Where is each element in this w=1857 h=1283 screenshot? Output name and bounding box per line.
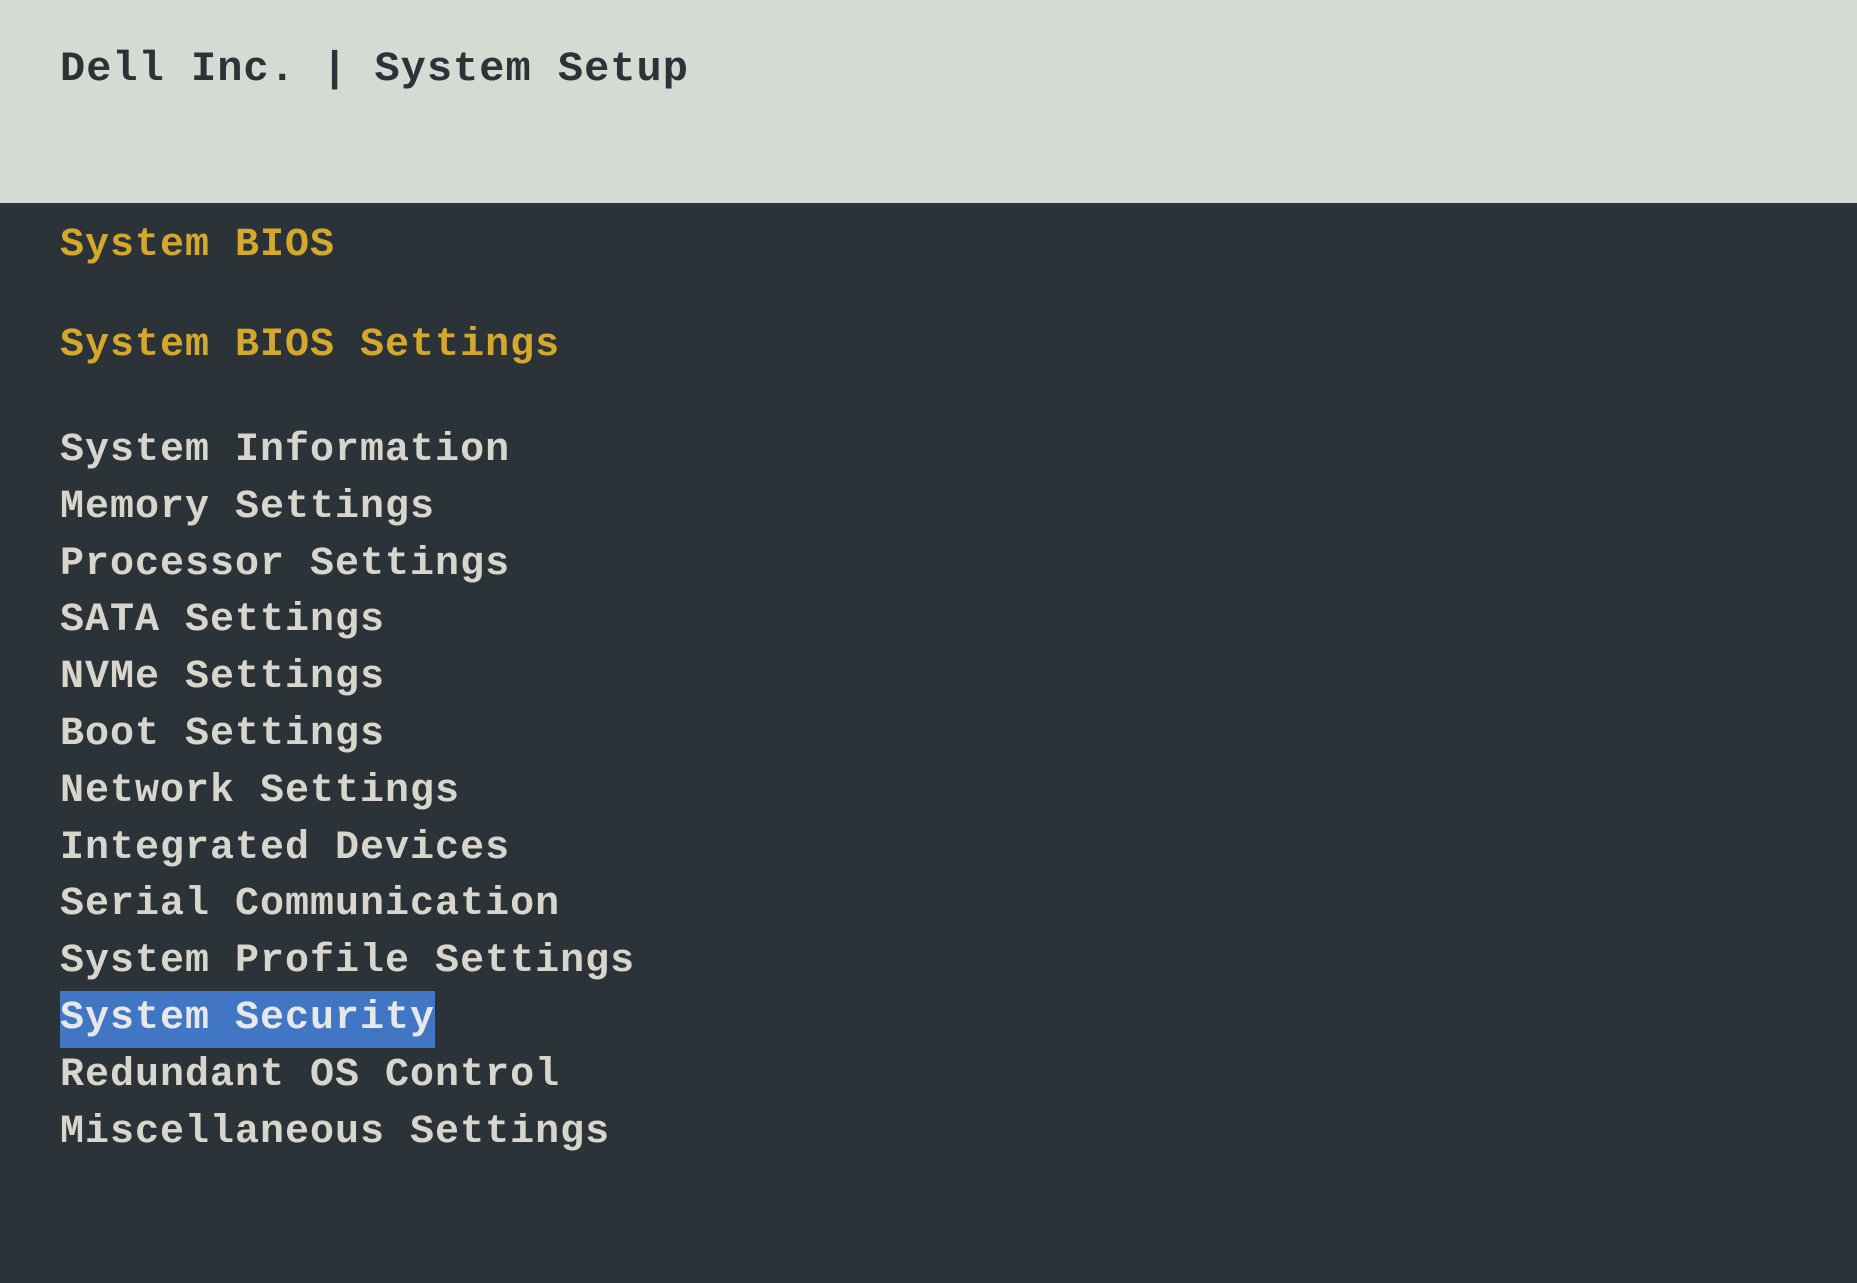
content-area: System BIOS System BIOS Settings System … — [0, 203, 1857, 1201]
subsection-title: System BIOS Settings — [60, 323, 1797, 368]
menu-item-redundant-os-control[interactable]: Redundant OS Control — [60, 1048, 560, 1105]
menu-item-integrated-devices[interactable]: Integrated Devices — [60, 821, 510, 878]
bios-menu-list: System InformationMemory SettingsProcess… — [60, 423, 1797, 1161]
menu-item-boot-settings[interactable]: Boot Settings — [60, 707, 385, 764]
menu-item-miscellaneous-settings[interactable]: Miscellaneous Settings — [60, 1105, 610, 1162]
page-title: Dell Inc. | System Setup — [60, 45, 1857, 93]
menu-item-system-security[interactable]: System Security — [60, 991, 435, 1048]
menu-item-network-settings[interactable]: Network Settings — [60, 764, 460, 821]
menu-item-memory-settings[interactable]: Memory Settings — [60, 480, 435, 537]
menu-item-sata-settings[interactable]: SATA Settings — [60, 593, 385, 650]
header-bar: Dell Inc. | System Setup — [0, 0, 1857, 203]
menu-item-system-information[interactable]: System Information — [60, 423, 510, 480]
menu-item-nvme-settings[interactable]: NVMe Settings — [60, 650, 385, 707]
section-title: System BIOS — [60, 223, 1797, 268]
menu-item-serial-communication[interactable]: Serial Communication — [60, 877, 560, 934]
menu-item-processor-settings[interactable]: Processor Settings — [60, 537, 510, 594]
menu-item-system-profile-settings[interactable]: System Profile Settings — [60, 934, 635, 991]
